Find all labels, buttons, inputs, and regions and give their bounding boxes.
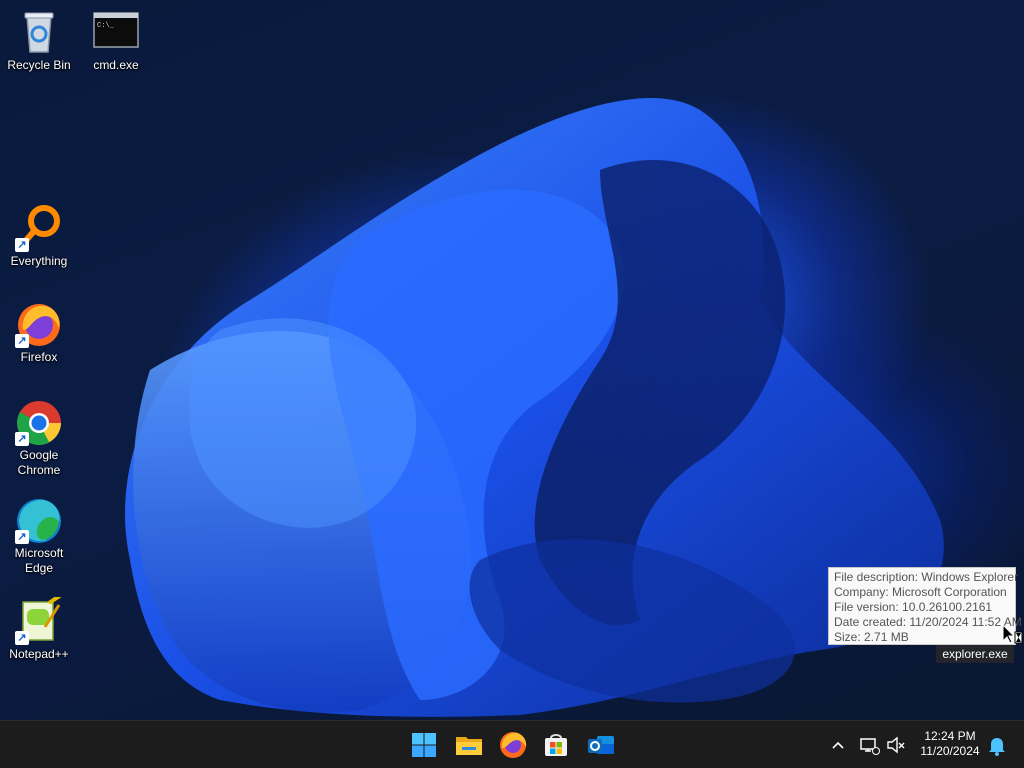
volume-muted-icon (887, 736, 905, 754)
desktop-icon-label: Firefox (20, 350, 58, 364)
tooltip-size: Size: 2.71 MB (834, 630, 909, 644)
tooltip-version: File version: 10.0.26100.2161 (834, 600, 993, 614)
edge-icon: ↗ (15, 496, 63, 544)
tooltip-company: Company: Microsoft Corporation (834, 585, 1007, 599)
desktop-icon-everything[interactable]: ↗ Everything (3, 204, 75, 269)
desktop-icon-label-line1: Microsoft (14, 546, 64, 560)
chevron-up-icon (832, 741, 844, 749)
cmd-icon: C:\_ (92, 8, 140, 56)
shortcut-arrow-icon: ↗ (15, 238, 29, 252)
desktop-icon-google-chrome[interactable]: ↗ Google Chrome (3, 398, 75, 478)
file-info-tooltip: File description: Windows Explorer Compa… (828, 567, 1022, 645)
everything-search-icon: ↗ (15, 204, 63, 252)
desktop-icon-firefox[interactable]: ↗ Firefox (3, 300, 75, 365)
clock[interactable]: 12:24 PM 11/20/2024 (912, 729, 988, 759)
taskbar-outlook-button[interactable] (585, 729, 617, 761)
desktop-icon-recycle-bin[interactable]: Recycle Bin (3, 8, 75, 73)
desktop-icon-microsoft-edge[interactable]: ↗ Microsoft Edge (3, 496, 75, 576)
taskbar-microsoft-store-button[interactable] (540, 729, 572, 761)
desktop-icon-label: Recycle Bin (7, 58, 71, 72)
taskbar-firefox-button[interactable] (497, 729, 529, 761)
network-status-button[interactable] (856, 729, 882, 761)
mouse-cursor-icon (1002, 624, 1023, 644)
desktop-icon-label-line2: Edge (24, 561, 54, 575)
desktop-icon-label: Everything (10, 254, 68, 268)
show-hidden-icons-button[interactable] (826, 729, 850, 761)
desktop-icon-label: cmd.exe (93, 58, 139, 72)
shortcut-arrow-icon: ↗ (15, 432, 29, 446)
microsoft-store-icon (545, 734, 567, 756)
desktop-icon-label-line2: Chrome (17, 463, 61, 477)
notifications-button[interactable] (986, 729, 1008, 761)
desktop-icon-cmd[interactable]: C:\_ cmd.exe (80, 8, 152, 73)
windows-start-icon (412, 733, 436, 757)
desktop-icon-label: Notepad++ (9, 647, 69, 661)
svg-text:C:\_: C:\_ (97, 22, 115, 30)
recycle-bin-icon (15, 8, 63, 56)
desktop-icon-notepad-plus-plus[interactable]: ↗ Notepad++ (3, 593, 75, 662)
taskbar-file-explorer-button[interactable] (453, 729, 485, 761)
bell-icon (989, 738, 1005, 756)
shortcut-arrow-icon: ↗ (15, 334, 29, 348)
clock-time: 12:24 PM (924, 729, 976, 743)
firefox-icon (500, 732, 527, 758)
volume-button[interactable] (884, 729, 908, 761)
tooltip-description: File description: Windows Explorer (834, 570, 1019, 584)
clock-date: 11/20/2024 (920, 744, 980, 758)
hover-file-label: explorer.exe (936, 645, 1014, 663)
tooltip-date-created: Date created: 11/20/2024 11:52 AM (834, 615, 1022, 629)
firefox-icon: ↗ (15, 300, 63, 348)
start-button[interactable] (408, 729, 440, 761)
taskbar: 12:24 PM 11/20/2024 (0, 720, 1024, 768)
outlook-icon (588, 736, 614, 754)
chrome-icon: ↗ (15, 398, 63, 446)
notepad-plus-plus-icon: ↗ (15, 593, 63, 645)
network-icon (860, 738, 880, 755)
desktop-icon-label-line1: Google (19, 448, 59, 462)
shortcut-arrow-icon: ↗ (15, 530, 29, 544)
file-explorer-icon (456, 737, 482, 755)
shortcut-arrow-icon: ↗ (15, 631, 29, 645)
